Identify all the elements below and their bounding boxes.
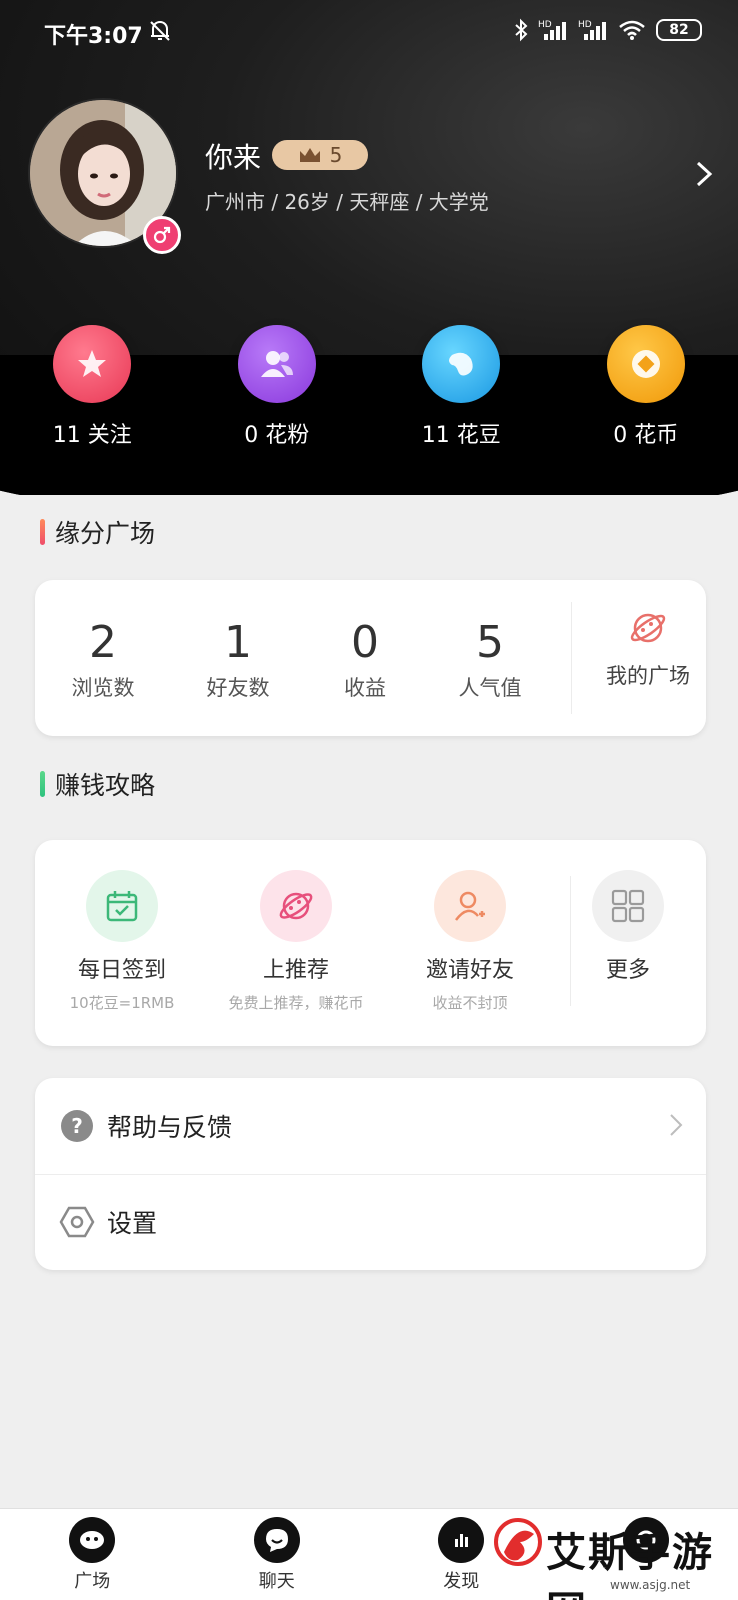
earn-checkin-sub: 10花豆=1RMB bbox=[69, 994, 175, 1012]
yf-popularity-label: 人气值 bbox=[458, 676, 522, 700]
yf-stat-views[interactable]: 2 浏览数 bbox=[43, 618, 163, 702]
nav-discover-label: 发现 bbox=[443, 1571, 480, 1592]
section-title-yuanfen-text: 缘分广场 bbox=[55, 519, 156, 548]
earn-invite-label: 邀请好友 bbox=[425, 958, 514, 983]
gender-male-icon bbox=[143, 216, 181, 254]
svg-text:HD: HD bbox=[538, 20, 552, 30]
coin-icon bbox=[606, 325, 685, 403]
yf-stat-income[interactable]: 0 收益 bbox=[305, 618, 425, 702]
stats-row: 11 关注 0 花粉 11 花豆 0 花币 bbox=[0, 325, 738, 449]
earn-checkin-label: 每日签到 bbox=[77, 958, 166, 983]
star-icon bbox=[53, 325, 132, 403]
menu-help-label: 帮助与反馈 bbox=[107, 1113, 233, 1142]
earn-recommend-sub: 免费上推荐，赚花币 bbox=[228, 994, 364, 1012]
stat-fans[interactable]: 0 花粉 bbox=[185, 325, 370, 449]
menu-settings[interactable]: 设置 bbox=[35, 1174, 706, 1270]
stat-beans-label: 11 花豆 bbox=[421, 423, 501, 448]
section-accent-bar-green bbox=[40, 771, 45, 797]
status-icons: HD HD 82 bbox=[514, 18, 702, 42]
stat-fans-label: 0 花粉 bbox=[244, 423, 310, 448]
username: 你来 bbox=[205, 141, 262, 174]
status-bar: 下午3:07 HD HD 82 bbox=[0, 0, 738, 64]
section-title-yuanfen: 缘分广场 bbox=[40, 514, 155, 550]
stat-coins-label: 0 花币 bbox=[613, 423, 679, 448]
watermark-logo bbox=[494, 1518, 542, 1566]
stat-follow[interactable]: 11 关注 bbox=[0, 325, 185, 449]
yf-income-value: 0 bbox=[351, 617, 379, 668]
signal-hd-icon-2: HD bbox=[578, 20, 606, 40]
planet-icon bbox=[630, 613, 666, 643]
settings-hexagon-icon bbox=[59, 1204, 95, 1240]
section-title-earn: 赚钱攻略 bbox=[40, 766, 155, 802]
yf-stat-friends[interactable]: 1 好友数 bbox=[178, 618, 298, 702]
yf-income-label: 收益 bbox=[344, 676, 386, 700]
earn-recommend[interactable]: 上推荐 免费上推荐，赚花币 bbox=[211, 870, 381, 1013]
earn-invite[interactable]: 邀请好友 收益不封顶 bbox=[385, 870, 555, 1013]
earn-card: 每日签到 10花豆=1RMB 上推荐 免费上推荐，赚花币 邀请好友 收益不封顶 … bbox=[35, 840, 706, 1046]
users-icon bbox=[237, 325, 316, 403]
discover-icon bbox=[438, 1517, 485, 1563]
svg-text:?: ? bbox=[71, 1114, 83, 1138]
status-time: 下午3:07 bbox=[44, 24, 143, 49]
yuanfen-card: 2 浏览数 1 好友数 0 收益 5 人气值 我的广场 bbox=[35, 580, 706, 736]
user-info: 广州市 / 26岁 / 天秤座 / 大学党 bbox=[205, 190, 489, 214]
level-value: 5 bbox=[329, 143, 343, 167]
nav-plaza-label: 广场 bbox=[74, 1571, 111, 1592]
level-badge: 5 bbox=[272, 140, 368, 170]
menu-settings-label: 设置 bbox=[107, 1209, 158, 1238]
planet-face-icon bbox=[69, 1517, 116, 1563]
yf-stat-popularity[interactable]: 5 人气值 bbox=[430, 618, 550, 702]
stat-follow-label: 11 关注 bbox=[52, 423, 132, 448]
earn-recommend-label: 上推荐 bbox=[262, 958, 329, 983]
yf-views-value: 2 bbox=[89, 617, 117, 668]
chat-face-icon bbox=[253, 1517, 300, 1563]
stat-beans[interactable]: 11 花豆 bbox=[369, 325, 554, 449]
planet-icon bbox=[260, 870, 332, 942]
crown-icon bbox=[299, 148, 320, 162]
divider bbox=[571, 602, 572, 714]
profile-header: 下午3:07 HD HD 82 你来 5 广州市 / 26岁 / 天秤座 / 大… bbox=[0, 0, 738, 495]
nav-chat[interactable]: 聊天 bbox=[185, 1509, 370, 1600]
section-title-earn-text: 赚钱攻略 bbox=[55, 771, 156, 800]
svg-text:HD: HD bbox=[578, 20, 592, 30]
earn-more[interactable]: 更多 bbox=[543, 870, 713, 984]
earn-invite-sub: 收益不封顶 bbox=[432, 994, 508, 1012]
menu-help-feedback[interactable]: ? 帮助与反馈 bbox=[35, 1078, 706, 1174]
mute-bell-icon bbox=[150, 20, 170, 41]
calendar-check-icon bbox=[86, 870, 158, 942]
my-plaza-button[interactable]: 我的广场 bbox=[593, 608, 703, 690]
add-user-icon bbox=[434, 870, 506, 942]
nav-chat-label: 聊天 bbox=[258, 1571, 295, 1592]
chevron-right-icon[interactable] bbox=[692, 160, 716, 188]
nav-plaza[interactable]: 广场 bbox=[0, 1509, 185, 1600]
wifi-icon bbox=[619, 20, 645, 40]
watermark: 艾斯手游网 www.asjg.net bbox=[490, 1500, 730, 1600]
section-accent-bar bbox=[40, 519, 45, 545]
yf-views-label: 浏览数 bbox=[71, 676, 135, 700]
earn-checkin[interactable]: 每日签到 10花豆=1RMB bbox=[37, 870, 207, 1013]
earn-more-label: 更多 bbox=[605, 958, 650, 983]
stat-coins[interactable]: 0 花币 bbox=[554, 325, 738, 449]
grid-icon bbox=[592, 870, 664, 942]
yf-popularity-value: 5 bbox=[476, 617, 504, 668]
chevron-right-icon bbox=[670, 1114, 683, 1136]
bean-icon bbox=[422, 325, 501, 403]
yf-friends-value: 1 bbox=[224, 617, 252, 668]
watermark-url: www.asjg.net bbox=[610, 1578, 691, 1592]
menu-card: ? 帮助与反馈 设置 bbox=[35, 1078, 706, 1270]
signal-hd-icon: HD bbox=[538, 20, 566, 40]
my-plaza-label: 我的广场 bbox=[606, 664, 690, 688]
help-icon: ? bbox=[59, 1108, 95, 1144]
battery-indicator: 82 bbox=[656, 19, 702, 41]
bluetooth-icon bbox=[515, 18, 528, 42]
yf-friends-label: 好友数 bbox=[206, 676, 270, 700]
